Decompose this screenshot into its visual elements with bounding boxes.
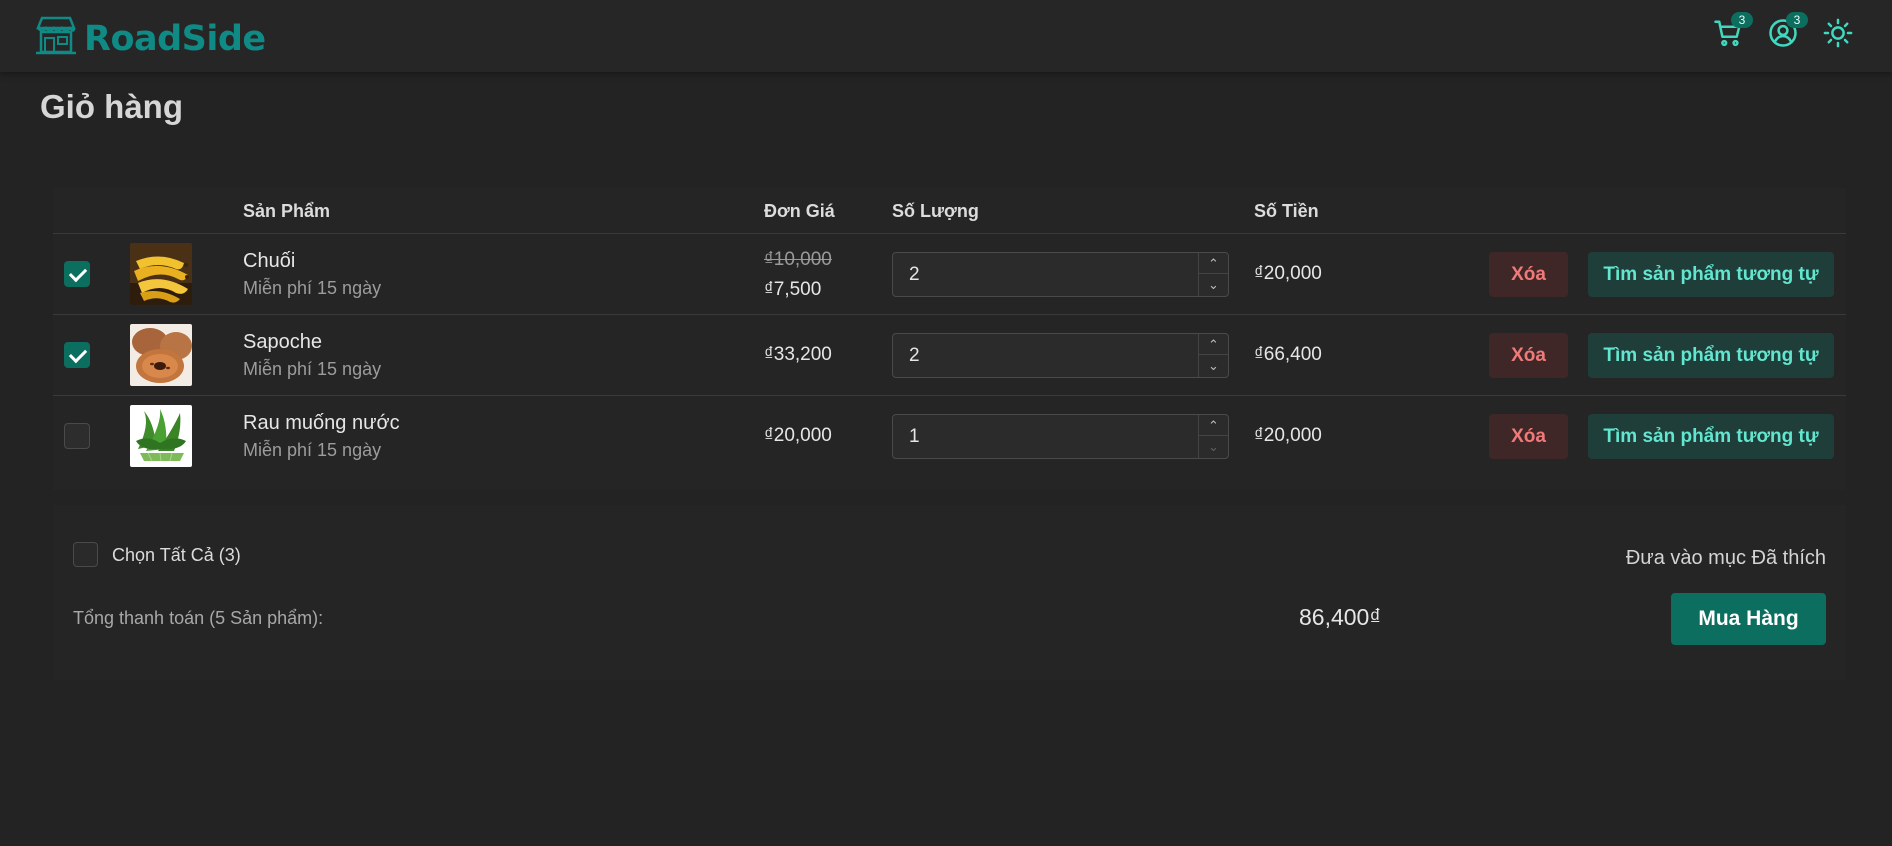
- total-value: 86,400₫: [1299, 604, 1382, 630]
- chevron-down-icon[interactable]: ⌄: [1199, 355, 1228, 376]
- product-name[interactable]: Chuối: [243, 250, 295, 273]
- brand-logo[interactable]: RoadSide: [34, 14, 266, 63]
- chevron-down-icon: ⌄: [1208, 439, 1219, 454]
- table-row: Sapoche Miễn phí 15 ngày ₫33,200 2 ⌃ ⌄ ₫…: [53, 315, 1846, 396]
- table-row: Chuối Miễn phí 15 ngày ₫10,000 ₫7,500 2 …: [53, 234, 1846, 315]
- brand-name: RoadSide: [84, 18, 266, 59]
- user-icon: [1768, 19, 1798, 52]
- unit-price: ₫20,000: [764, 425, 832, 446]
- quantity-value[interactable]: 2: [909, 264, 920, 286]
- select-all-label[interactable]: Chọn Tất Cả (3): [112, 545, 241, 566]
- account-count-badge: 3: [1786, 12, 1808, 28]
- top-header: RoadSide 3 3: [0, 0, 1892, 72]
- move-to-favorites-link[interactable]: Đưa vào mục Đã thích: [1626, 547, 1826, 570]
- total-label: Tổng thanh toán (5 Sản phẩm):: [73, 608, 324, 628]
- select-all-checkbox[interactable]: [73, 542, 98, 567]
- column-amount: Số Tiền: [1254, 201, 1319, 221]
- chevron-up-icon[interactable]: ⌃: [1199, 415, 1228, 436]
- product-name[interactable]: Rau muống nước: [243, 412, 400, 435]
- find-similar-button[interactable]: Tìm sản phẩm tương tự: [1588, 252, 1834, 297]
- quantity-spinner: ⌃ ⌄: [1198, 334, 1228, 377]
- cart-table: Sản Phẩm Đơn Giá Số Lượng Số Tiền Chuối …: [53, 188, 1846, 490]
- quantity-stepper[interactable]: 2 ⌃ ⌄: [892, 333, 1229, 378]
- row-checkbox[interactable]: [64, 342, 90, 368]
- column-product: Sản Phẩm: [243, 201, 331, 221]
- quantity-stepper[interactable]: 1 ⌃ ⌄: [892, 414, 1229, 459]
- product-note: Miễn phí 15 ngày: [243, 278, 382, 298]
- product-image-water-spinach[interactable]: [130, 405, 192, 467]
- chevron-down-icon[interactable]: ⌄: [1199, 274, 1228, 295]
- cart-count-badge: 3: [1731, 12, 1753, 28]
- unit-price: ₫33,200: [764, 344, 832, 365]
- column-unit-price: Đơn Giá: [764, 201, 835, 221]
- row-checkbox[interactable]: [64, 261, 90, 287]
- find-similar-button[interactable]: Tìm sản phẩm tương tự: [1588, 333, 1834, 378]
- delete-button[interactable]: Xóa: [1489, 414, 1568, 459]
- find-similar-button[interactable]: Tìm sản phẩm tương tự: [1588, 414, 1834, 459]
- sun-icon: [1823, 18, 1853, 52]
- quantity-value[interactable]: 1: [909, 426, 920, 448]
- table-header: Sản Phẩm Đơn Giá Số Lượng Số Tiền: [53, 188, 1846, 234]
- delete-button[interactable]: Xóa: [1489, 252, 1568, 297]
- product-image-sapoche[interactable]: [130, 324, 192, 386]
- row-checkbox[interactable]: [64, 423, 90, 449]
- table-row: Rau muống nước Miễn phí 15 ngày ₫20,000 …: [53, 396, 1846, 477]
- delete-button[interactable]: Xóa: [1489, 333, 1568, 378]
- quantity-stepper[interactable]: 2 ⌃ ⌄: [892, 252, 1229, 297]
- chevron-up-icon[interactable]: ⌃: [1199, 253, 1228, 274]
- account-button[interactable]: 3: [1768, 12, 1808, 52]
- product-image-banana[interactable]: [130, 243, 192, 305]
- store-icon: [34, 14, 78, 63]
- unit-price: ₫7,500: [764, 279, 822, 300]
- quantity-spinner: ⌃ ⌄: [1198, 253, 1228, 296]
- original-price: ₫10,000: [764, 249, 832, 270]
- checkout-summary: Chọn Tất Cả (3) Đưa vào mục Đã thích Tổn…: [53, 505, 1846, 680]
- row-amount: ₫66,400: [1254, 344, 1322, 365]
- quantity-spinner: ⌃ ⌄: [1198, 415, 1228, 458]
- buy-button[interactable]: Mua Hàng: [1671, 593, 1826, 645]
- product-note: Miễn phí 15 ngày: [243, 359, 382, 379]
- theme-toggle-button[interactable]: [1823, 18, 1855, 50]
- product-note: Miễn phí 15 ngày: [243, 440, 382, 460]
- cart-icon: [1713, 20, 1743, 52]
- chevron-up-icon[interactable]: ⌃: [1199, 334, 1228, 355]
- quantity-value[interactable]: 2: [909, 345, 920, 367]
- row-amount: ₫20,000: [1254, 263, 1322, 284]
- column-quantity: Số Lượng: [892, 201, 979, 221]
- product-name[interactable]: Sapoche: [243, 331, 322, 354]
- cart-button[interactable]: 3: [1713, 12, 1753, 52]
- row-amount: ₫20,000: [1254, 425, 1322, 446]
- page-title: Giỏ hàng: [40, 88, 183, 125]
